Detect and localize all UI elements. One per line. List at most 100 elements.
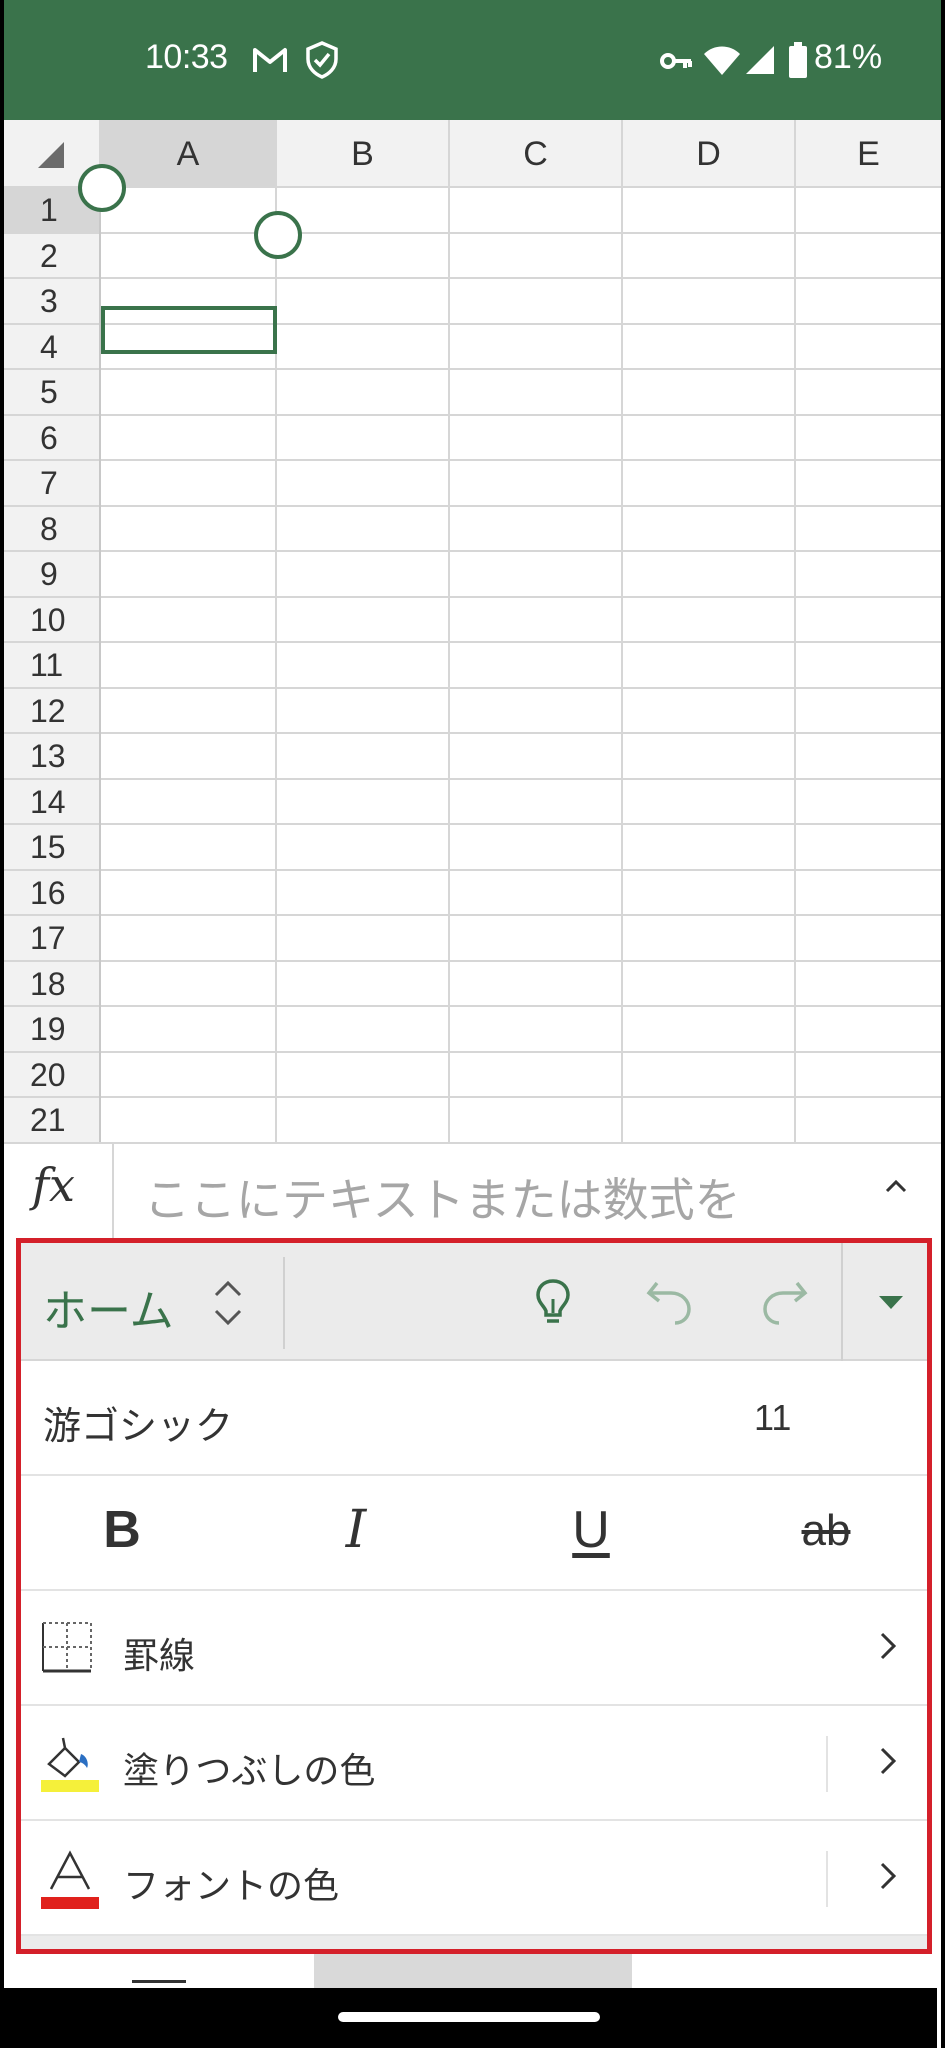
fill-color-row[interactable]: 塗りつぶしの色 [21,1706,927,1821]
ribbon-bottom-strip [21,1936,927,1949]
status-bar: 10:33 81% [4,0,941,120]
redo-icon[interactable] [761,1277,809,1331]
underline-button[interactable]: U [546,1500,636,1570]
formula-divider [112,1144,114,1238]
grid-line [101,641,941,643]
bold-button[interactable]: B [77,1500,167,1570]
formula-bar: fx ここにテキストまたは数式を [4,1142,941,1238]
font-color-row[interactable]: フォントの色 [21,1821,927,1936]
selection-handle-start[interactable] [78,164,126,212]
grid-line [101,686,941,689]
row-header-2[interactable]: 2 [4,234,99,279]
shield-icon [304,40,340,84]
formula-input[interactable]: ここにテキストまたは数式を [144,1164,741,1230]
row-header-20[interactable]: 20 [4,1053,99,1098]
row-header-4[interactable]: 4 [4,325,99,370]
text-style-row: B I U ab [21,1476,927,1591]
column-header-e[interactable]: E [796,120,941,188]
column-header-d[interactable]: D [623,120,796,188]
undo-icon[interactable] [645,1277,693,1331]
split-divider [826,1851,828,1907]
row-header-10[interactable]: 10 [4,598,99,643]
status-time: 10:33 [145,38,228,76]
dropdown-triangle-icon[interactable] [879,1295,903,1314]
grid-line [621,188,623,1148]
row-header-3[interactable]: 3 [4,279,99,325]
row-header-5[interactable]: 5 [4,370,99,416]
battery-icon [789,42,807,82]
column-header-row: A B C D E [4,120,941,188]
chevron-up-icon[interactable] [884,1178,908,1198]
chevron-right-icon[interactable] [879,1746,897,1780]
borders-label: 罫線 [123,1636,196,1677]
selection-handle-end[interactable] [254,211,302,259]
ribbon-toolbar: ホーム [21,1243,927,1361]
chevron-right-icon[interactable] [879,1861,897,1895]
grid-line [101,1005,941,1007]
column-header-b[interactable]: B [277,120,450,188]
row-header-15[interactable]: 15 [4,825,99,871]
sheet-tabs-area [4,1954,941,1988]
spreadsheet-grid[interactable]: A B C D E 1 2 3 4 5 6 7 8 9 10 11 12 13 … [4,120,941,1148]
fx-icon[interactable]: fx [32,1158,75,1212]
column-header-a[interactable]: A [101,120,277,188]
grid-line [101,459,941,461]
row-header-8[interactable]: 8 [4,507,99,552]
row-header-17[interactable]: 17 [4,916,99,962]
lightbulb-icon[interactable] [533,1277,573,1331]
row-header-16[interactable]: 16 [4,871,99,916]
row-header-6[interactable]: 6 [4,416,99,461]
grid-line [101,1050,941,1053]
grid-line [101,550,941,552]
ribbon-tab-label[interactable]: ホーム [43,1275,174,1339]
row-header-9[interactable]: 9 [4,552,99,598]
battery-percent: 81% [814,38,883,76]
font-name[interactable]: 游ゴシック [43,1395,233,1450]
row-header-21[interactable]: 21 [4,1098,99,1144]
column-header-c[interactable]: C [450,120,623,188]
grid-line [101,504,941,507]
row-header-column: 1 2 3 4 5 6 7 8 9 10 11 12 13 14 15 16 1… [4,188,101,1148]
borders-row[interactable]: 罫線 [21,1591,927,1706]
ribbon-panel: ホーム 游ゴシック 11 B I U ab 罫線 塗りつぶしの色 フォントの色 [16,1238,932,1954]
grid-line [101,777,941,780]
row-header-13[interactable]: 13 [4,734,99,780]
row-header-12[interactable]: 12 [4,689,99,734]
signal-icon [744,44,776,80]
gmail-icon [252,44,288,80]
font-color-label: フォントの色 [123,1866,340,1907]
toolbar-divider [841,1243,843,1361]
grid-line [101,959,941,962]
navigation-bar [0,1988,937,2048]
grid-line [101,868,941,871]
grid-line [101,413,941,416]
borders-icon [41,1619,93,1679]
grid-line [448,188,450,1148]
wifi-icon [702,44,742,80]
font-color-icon [41,1849,99,1913]
italic-button[interactable]: I [311,1500,401,1570]
selected-cell-a1[interactable] [101,306,277,354]
chevron-up-down-icon[interactable] [211,1277,245,1333]
font-size[interactable]: 11 [754,1397,791,1439]
grid-line [101,914,941,916]
split-divider [826,1736,828,1792]
fill-color-label: 塗りつぶしの色 [123,1751,376,1792]
row-header-18[interactable]: 18 [4,962,99,1007]
toolbar-divider [283,1257,285,1349]
home-gesture-bar[interactable] [338,2012,600,2022]
paint-bucket-icon [41,1734,99,1798]
scroll-indicator[interactable] [314,1954,632,1988]
grid-line [101,1096,941,1098]
sheet-tab-indicator[interactable] [132,1980,186,1983]
grid-line [794,188,796,1148]
grid-line [101,732,941,734]
row-header-7[interactable]: 7 [4,461,99,507]
row-header-19[interactable]: 19 [4,1007,99,1053]
row-header-14[interactable]: 14 [4,780,99,825]
strikethrough-button[interactable]: ab [781,1506,871,1576]
row-header-11[interactable]: 11 [4,643,99,689]
grid-line [101,368,941,370]
grid-line [101,277,941,279]
font-row[interactable]: 游ゴシック 11 [21,1361,927,1476]
